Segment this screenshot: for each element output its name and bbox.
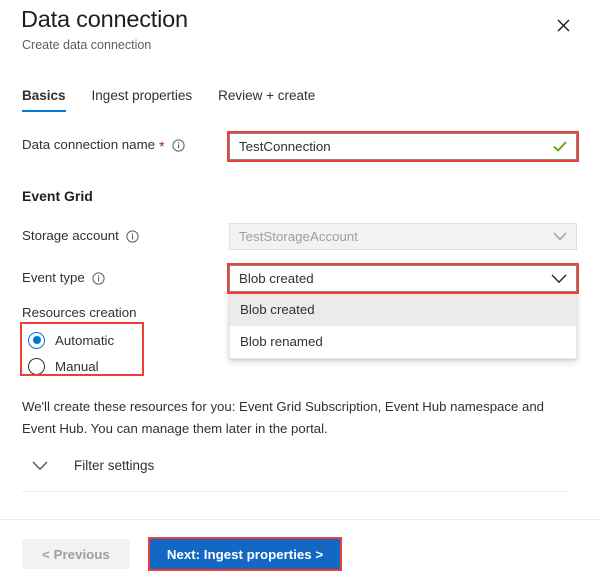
tab-ingest-properties-label: Ingest properties bbox=[92, 88, 193, 103]
event-grid-section-title: Event Grid bbox=[22, 188, 93, 204]
event-type-value: Blob created bbox=[239, 271, 551, 286]
tab-review-create-label: Review + create bbox=[218, 88, 315, 103]
required-marker: * bbox=[159, 139, 164, 153]
radio-automatic-label: Automatic bbox=[55, 333, 114, 348]
event-type-dropdown[interactable]: Blob created bbox=[229, 265, 577, 292]
event-type-label: Event type bbox=[22, 270, 105, 285]
event-type-option-blob-renamed[interactable]: Blob renamed bbox=[230, 326, 576, 359]
chevron-down-icon bbox=[32, 461, 48, 471]
previous-button[interactable]: < Previous bbox=[22, 539, 130, 569]
dialog-header: Data connection Create data connection bbox=[0, 0, 600, 72]
tab-basics[interactable]: Basics bbox=[22, 88, 66, 112]
filter-settings-label: Filter settings bbox=[74, 458, 154, 473]
storage-account-dropdown: TestStorageAccount bbox=[229, 223, 577, 250]
close-icon bbox=[557, 19, 570, 32]
tab-basics-label: Basics bbox=[22, 88, 66, 103]
page-title: Data connection bbox=[21, 6, 188, 33]
resources-creation-label: Resources creation bbox=[22, 305, 137, 320]
footer-divider bbox=[0, 519, 600, 520]
radio-icon bbox=[28, 358, 45, 375]
info-icon[interactable] bbox=[126, 230, 139, 243]
storage-account-label: Storage account bbox=[22, 228, 139, 243]
radio-manual[interactable]: Manual bbox=[28, 353, 114, 379]
event-type-option-blob-created[interactable]: Blob created bbox=[230, 293, 576, 326]
page-subtitle: Create data connection bbox=[22, 38, 151, 52]
tab-bar: Basics Ingest properties Review + create bbox=[22, 88, 341, 112]
chevron-down-icon bbox=[551, 274, 567, 284]
chevron-down-icon bbox=[553, 232, 567, 241]
next-button[interactable]: Next: Ingest properties > bbox=[150, 539, 340, 569]
filter-settings-toggle[interactable]: Filter settings bbox=[32, 458, 154, 473]
connection-name-label: Data connection name * bbox=[22, 137, 185, 152]
tab-ingest-properties[interactable]: Ingest properties bbox=[92, 88, 193, 112]
radio-icon bbox=[28, 332, 45, 349]
storage-account-label-text: Storage account bbox=[22, 228, 119, 243]
event-type-label-text: Event type bbox=[22, 270, 85, 285]
storage-account-value: TestStorageAccount bbox=[239, 229, 553, 244]
check-icon bbox=[553, 141, 567, 152]
event-type-option-label: Blob created bbox=[240, 302, 315, 317]
connection-name-input[interactable]: TestConnection bbox=[229, 133, 577, 160]
close-button[interactable] bbox=[548, 10, 578, 40]
info-icon[interactable] bbox=[92, 272, 105, 285]
radio-manual-label: Manual bbox=[55, 359, 99, 374]
event-type-option-list: Blob created Blob renamed bbox=[229, 292, 577, 359]
resources-creation-label-text: Resources creation bbox=[22, 305, 137, 320]
previous-button-label: < Previous bbox=[42, 547, 110, 562]
radio-automatic[interactable]: Automatic bbox=[28, 327, 114, 353]
event-type-option-label: Blob renamed bbox=[240, 334, 323, 349]
filter-settings-divider bbox=[22, 491, 568, 492]
tab-review-create[interactable]: Review + create bbox=[218, 88, 315, 112]
info-icon[interactable] bbox=[172, 139, 185, 152]
next-button-label: Next: Ingest properties > bbox=[167, 547, 323, 562]
connection-name-value: TestConnection bbox=[239, 139, 553, 154]
connection-name-label-text: Data connection name bbox=[22, 137, 155, 152]
resources-info-text: We'll create these resources for you: Ev… bbox=[22, 396, 568, 439]
resources-creation-radio-group: Automatic Manual bbox=[28, 327, 114, 379]
